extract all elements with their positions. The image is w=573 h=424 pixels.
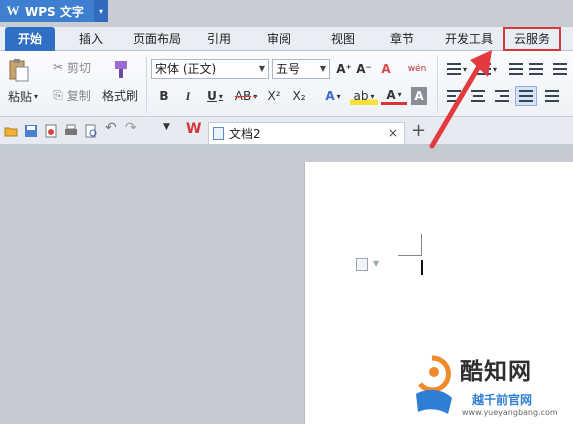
watermark-url: www.yueyangbang.com [462, 408, 558, 417]
page-margin-mark [421, 234, 422, 255]
copy-icon: ⎘ [53, 87, 63, 102]
site-watermark: 酷知网 越千前官网 www.yueyangbang.com [412, 348, 573, 424]
redo-icon[interactable]: ↷ [125, 120, 139, 136]
document-tab-title: 文档2 [229, 127, 261, 141]
numbered-list-button[interactable]: ▾ [474, 61, 500, 77]
app-title: WPS 文字 [25, 4, 84, 19]
numbered-list-icon [476, 63, 491, 75]
scissors-icon: ✂ [52, 60, 64, 74]
document-tab[interactable]: 文档2 × [208, 122, 405, 144]
eraser-icon: A [381, 62, 391, 76]
open-folder-icon[interactable] [4, 124, 18, 138]
document-icon [213, 127, 224, 140]
subscript-button[interactable]: X₂ [290, 87, 308, 105]
decrease-indent-icon [509, 63, 523, 75]
justify-button[interactable] [515, 86, 537, 106]
app-menu-dropdown-icon[interactable]: ▾ [94, 0, 108, 22]
bullet-list-icon [446, 63, 461, 75]
undo-icon[interactable]: ↶ [105, 120, 119, 136]
watermark-logo [416, 355, 452, 414]
copy-button[interactable]: ⎘ 复制 [48, 87, 96, 103]
tab-page-layout[interactable]: 页面布局 [126, 27, 188, 51]
sort-icon [553, 63, 567, 75]
font-name-select[interactable]: 宋体 (正文) ▼ [151, 59, 269, 79]
distribute-icon [545, 90, 559, 102]
increase-indent-button[interactable] [528, 61, 544, 77]
decrease-indent-button[interactable] [508, 61, 524, 77]
font-color-button[interactable]: A ▾ [381, 87, 407, 105]
export-pdf-icon[interactable] [44, 124, 58, 138]
align-left-icon [447, 90, 461, 102]
sort-button[interactable] [552, 61, 568, 77]
align-right-icon [495, 90, 509, 102]
paste-button[interactable]: 粘贴 ▾ [6, 88, 40, 104]
watermark-subtitle: 越千前官网 [472, 393, 533, 407]
ribbon-tab-bar: 开始 插入 页面布局 引用 审阅 视图 章节 开发工具 云服务 [0, 27, 573, 51]
print-icon[interactable] [64, 124, 78, 138]
character-shading-button[interactable]: A [411, 87, 427, 105]
wps-w-icon[interactable]: W [186, 121, 201, 137]
align-left-button[interactable] [446, 88, 462, 104]
strikethrough-button[interactable]: AB ▾ [231, 87, 261, 105]
app-menu-button[interactable]: W WPS 文字 ▾ [0, 0, 108, 22]
page-margin-mark [398, 255, 422, 256]
format-painter-icon[interactable] [108, 56, 134, 82]
tab-references[interactable]: 引用 [198, 27, 240, 51]
tab-view[interactable]: 视图 [322, 27, 364, 51]
italic-button[interactable]: I [180, 87, 196, 105]
bullet-list-button[interactable]: ▾ [444, 61, 470, 77]
format-painter-button[interactable]: 格式刷 [100, 87, 140, 103]
tab-chapter[interactable]: 章节 [381, 27, 423, 51]
print-preview-icon[interactable] [84, 124, 98, 138]
shrink-font-button[interactable]: A⁻ [355, 59, 373, 79]
cut-button[interactable]: ✂ 剪切 [48, 59, 96, 75]
highlight-button[interactable]: ab ▾ [350, 87, 378, 105]
underline-button[interactable]: U ▾ [203, 87, 227, 105]
paragraph-layout-icon[interactable] [356, 258, 368, 271]
phonetic-guide-button[interactable]: wén [402, 59, 432, 79]
grow-font-button[interactable]: A⁺ [335, 59, 353, 79]
text-effect-button[interactable]: A ▾ [320, 87, 346, 105]
close-tab-icon[interactable]: × [388, 126, 398, 140]
ribbon-toolbar: 粘贴 ▾ ✂ 剪切 ⎘ 复制 格式刷 宋体 (正文) ▼ 五号 ▼ A⁺ A⁻ A wén… [0, 51, 573, 117]
paste-icon[interactable] [6, 57, 32, 83]
align-right-button[interactable] [494, 88, 510, 104]
wps-logo-icon: W [6, 3, 20, 18]
bold-button[interactable]: B [156, 87, 172, 105]
tab-cloud-service[interactable]: 云服务 [503, 27, 561, 51]
superscript-button[interactable]: X² [265, 87, 283, 105]
align-center-icon [471, 90, 485, 102]
save-icon[interactable] [24, 124, 38, 138]
text-cursor [421, 260, 423, 275]
tab-insert[interactable]: 插入 [70, 27, 112, 51]
distribute-button[interactable] [544, 88, 560, 104]
clear-format-button[interactable]: A [377, 59, 395, 79]
customize-toolbar-icon[interactable]: ▼ [163, 122, 177, 136]
new-tab-button[interactable]: + [411, 120, 426, 141]
font-size-select[interactable]: 五号 ▼ [272, 59, 330, 79]
paragraph-layout-dropdown-icon[interactable]: ▼ [373, 259, 379, 268]
tab-home[interactable]: 开始 [5, 27, 55, 51]
increase-indent-icon [529, 63, 543, 75]
tab-developer-tools[interactable]: 开发工具 [438, 27, 500, 51]
align-center-button[interactable] [470, 88, 486, 104]
justify-icon [519, 90, 533, 102]
watermark-title: 酷知网 [460, 359, 532, 385]
tab-review[interactable]: 审阅 [258, 27, 300, 51]
